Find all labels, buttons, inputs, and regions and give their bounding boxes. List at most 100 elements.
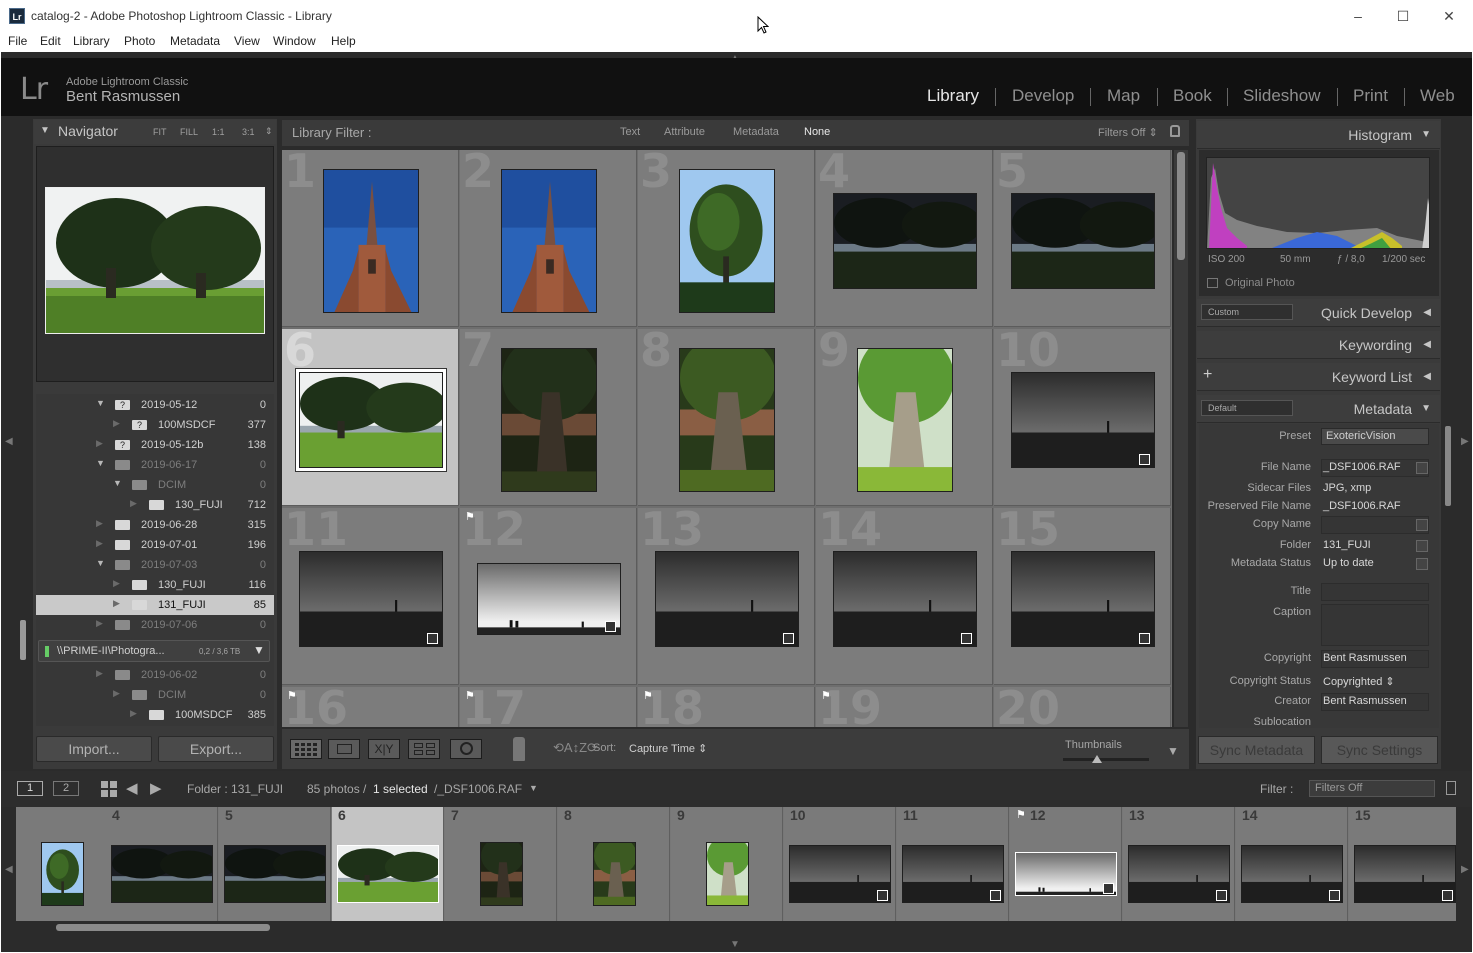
module-print[interactable]: Print xyxy=(1353,86,1388,106)
filmstrip-thumbnail[interactable] xyxy=(1015,852,1117,896)
filter-metadata[interactable]: Metadata xyxy=(733,126,779,138)
zoom-fill[interactable]: FILL xyxy=(180,127,198,137)
filmstrip-thumbnail[interactable] xyxy=(1241,845,1343,903)
keywording-collapse-icon[interactable]: ◀ xyxy=(1423,339,1431,350)
grid-cell[interactable]: 7 xyxy=(460,323,637,506)
collapse-triangle-icon[interactable]: ▶ xyxy=(96,668,103,679)
painter-icon[interactable] xyxy=(513,737,525,761)
zoom-1-1[interactable]: 1:1 xyxy=(212,127,225,137)
flag-icon[interactable]: ⚑ xyxy=(465,512,475,523)
metadata-field-box[interactable] xyxy=(1321,583,1429,601)
flag-icon[interactable]: ⚑ xyxy=(1016,810,1026,821)
volume-menu-icon[interactable]: ▼ xyxy=(253,643,265,657)
forward-arrow-icon[interactable]: ▶ xyxy=(150,779,162,797)
flag-icon[interactable]: ⚑ xyxy=(287,691,297,702)
metadata-header[interactable]: Default Metadata ▼ xyxy=(1197,395,1440,423)
filmstrip-thumbnail[interactable] xyxy=(1354,845,1456,903)
collapse-triangle-icon[interactable]: ▶ xyxy=(113,598,120,609)
grid-cell[interactable]: 17 ⚑ xyxy=(460,681,637,727)
collapse-triangle-icon[interactable]: ▶ xyxy=(113,418,120,429)
collapse-triangle-icon[interactable]: ▶ xyxy=(130,708,137,719)
grid-cell[interactable]: 12 ⚑ xyxy=(460,502,637,685)
photo-thumbnail[interactable] xyxy=(476,562,621,635)
loupe-view-icon[interactable] xyxy=(328,739,360,759)
filmstrip-right-icon[interactable]: ▶ xyxy=(1461,864,1469,875)
filmstrip-thumbnail[interactable] xyxy=(40,842,84,906)
folder-row[interactable]: ▶ DCIM 0 xyxy=(36,685,274,705)
export-button[interactable]: Export... xyxy=(158,736,274,762)
photo-thumbnail[interactable] xyxy=(832,192,977,289)
keyword-list-header[interactable]: + Keyword List ◀ xyxy=(1197,363,1440,391)
folder-row[interactable]: ▶? 2019-05-12b 138 xyxy=(36,435,274,455)
folder-row[interactable]: ▶? 100MSDCF 377 xyxy=(36,415,274,435)
folder-row[interactable]: ▼ 2019-06-17 0 xyxy=(36,455,274,475)
secondary-window-button[interactable]: 2 xyxy=(53,781,79,796)
folder-row[interactable]: ▶ 130_FUJI 712 xyxy=(36,495,274,515)
grid-cell[interactable]: 16 ⚑ xyxy=(282,681,459,727)
menu-view[interactable]: View xyxy=(234,34,260,48)
filmstrip-cell[interactable]: 13 xyxy=(1123,807,1235,921)
photo-thumbnail[interactable] xyxy=(832,550,977,647)
develop-adjusted-badge-icon[interactable] xyxy=(1138,632,1150,644)
grid-cell[interactable]: 15 xyxy=(994,502,1171,685)
module-develop[interactable]: Develop xyxy=(1012,86,1074,106)
grid-view-small-icon[interactable] xyxy=(101,781,117,800)
filmstrip-cell[interactable]: 12 ⚑ xyxy=(1010,807,1122,921)
develop-adjusted-badge-icon[interactable] xyxy=(426,632,438,644)
menu-library[interactable]: Library xyxy=(73,34,110,48)
folder-row[interactable]: ▶ 2019-07-06 0 xyxy=(36,615,274,635)
filmstrip-cell[interactable]: 8 xyxy=(558,807,670,921)
original-photo-checkbox[interactable] xyxy=(1207,278,1218,288)
filmstrip-thumbnail[interactable] xyxy=(705,842,749,906)
folder-row[interactable]: ▶ 2019-06-28 315 xyxy=(36,515,274,535)
metadata-collapse-icon[interactable]: ▼ xyxy=(1421,403,1431,414)
filter-lock-icon[interactable] xyxy=(1170,125,1180,137)
filter-none[interactable]: None xyxy=(804,126,830,138)
develop-adjusted-badge-icon[interactable] xyxy=(960,632,972,644)
metadata-value[interactable]: _DSF1006.RAF xyxy=(1323,461,1401,473)
source-dropdown-icon[interactable]: ▼ xyxy=(529,783,538,793)
grid-cell[interactable]: 6 xyxy=(282,323,459,506)
filmstrip-cell[interactable]: 14 xyxy=(1236,807,1348,921)
filmstrip-left-icon[interactable]: ◀ xyxy=(5,864,13,875)
filmstrip-cell[interactable]: 7 xyxy=(445,807,557,921)
zoom-stepper-icon[interactable]: ⇕ xyxy=(265,126,273,137)
histogram-header[interactable]: Histogram ▼ xyxy=(1197,121,1440,149)
filmstrip-thumbnail[interactable] xyxy=(479,842,523,906)
module-library[interactable]: Library xyxy=(927,86,979,106)
module-web[interactable]: Web xyxy=(1420,86,1455,106)
filter-attribute[interactable]: Attribute xyxy=(664,126,705,138)
compare-view-icon[interactable]: X|Y xyxy=(368,739,400,759)
filmstrip-cell[interactable]: 11 xyxy=(897,807,1009,921)
add-keyword-icon[interactable]: + xyxy=(1203,366,1212,384)
folder-row[interactable]: ▶ 2019-06-02 0 xyxy=(36,665,274,685)
menu-photo[interactable]: Photo xyxy=(124,34,155,48)
collapse-triangle-icon[interactable]: ▶ xyxy=(113,578,120,589)
flag-icon[interactable]: ⚑ xyxy=(643,691,653,702)
grid-cell[interactable]: 4 xyxy=(816,150,993,327)
grid-scrollbar-thumb[interactable] xyxy=(1177,152,1185,260)
grid-cell[interactable]: 9 xyxy=(816,323,993,506)
flag-icon[interactable]: ⚑ xyxy=(821,691,831,702)
keywording-header[interactable]: Keywording ◀ xyxy=(1197,331,1440,359)
develop-adjusted-badge-icon[interactable] xyxy=(782,632,794,644)
filmstrip-thumbnail[interactable] xyxy=(1128,845,1230,903)
sort-select[interactable]: Capture Time ⇕ xyxy=(629,742,707,755)
photo-thumbnail[interactable] xyxy=(1010,192,1155,289)
volume-row[interactable]: \\PRIME-II\Photogra... 0,2 / 3,6 TB ▼ xyxy=(38,640,270,662)
quick-develop-header[interactable]: Custom Quick Develop ◀ xyxy=(1197,299,1440,327)
folder-row[interactable]: ▼ 2019-07-03 0 xyxy=(36,555,274,575)
filmstrip-filter-select[interactable]: Filters Off xyxy=(1309,780,1435,797)
photo-thumbnail[interactable] xyxy=(322,168,419,313)
back-arrow-icon[interactable]: ◀ xyxy=(126,779,138,797)
filmstrip-thumbnail[interactable] xyxy=(592,842,636,906)
filmstrip-thumbnail[interactable] xyxy=(111,845,213,903)
metadata-value[interactable]: Bent Rasmussen xyxy=(1323,652,1407,664)
left-panel-scrollbar[interactable] xyxy=(20,620,26,660)
develop-adjusted-badge-icon[interactable] xyxy=(1138,453,1150,465)
grid-cell[interactable]: 8 xyxy=(638,323,815,506)
folder-row[interactable]: ▶ 2019-07-01 196 xyxy=(36,535,274,555)
module-book[interactable]: Book xyxy=(1173,86,1212,106)
folder-row[interactable]: ▶ 130_FUJI 116 xyxy=(36,575,274,595)
grid-cell[interactable]: 20 xyxy=(994,681,1171,727)
